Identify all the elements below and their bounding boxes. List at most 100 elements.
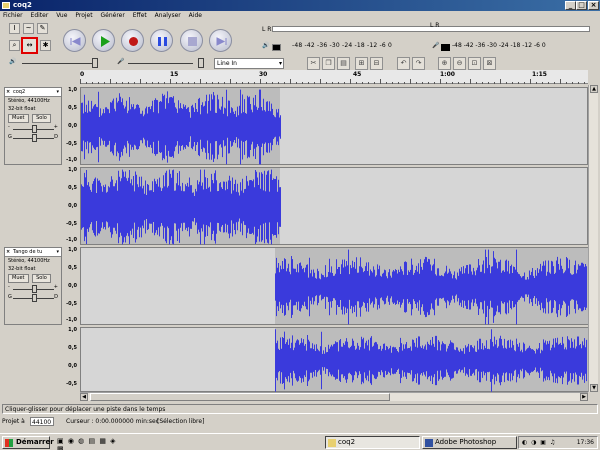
undo-icon[interactable]: ↶ <box>397 57 410 70</box>
menu-edit[interactable]: Editer <box>28 11 52 21</box>
horizontal-scrollbar[interactable]: ◀ ▶ <box>80 392 588 401</box>
pan-knob[interactable] <box>32 294 37 302</box>
pause-icon <box>158 37 167 46</box>
waveform-channel[interactable] <box>80 327 589 392</box>
menu-effect[interactable]: Effet <box>130 11 150 21</box>
play-button[interactable] <box>92 29 115 52</box>
taskbar-item-photoshop[interactable]: Adobe Photoshop <box>422 436 517 449</box>
paste-icon[interactable]: ▤ <box>337 57 350 70</box>
waveform-channel[interactable] <box>80 247 589 325</box>
track-format: 32-bit float <box>8 266 36 272</box>
volume-icon: 🔊 <box>9 58 17 65</box>
track-name-menu[interactable]: × coq2 ▾ <box>5 88 61 97</box>
output-volume-slider[interactable] <box>22 63 94 64</box>
gain-knob[interactable] <box>32 125 37 133</box>
taskbar: Démarrer ▣ ◉ ◍ ▤ ▦ ◈ ▩ coq2 Adobe Photos… <box>0 433 600 450</box>
input-source-select[interactable]: Line In ▾ <box>214 58 284 69</box>
stop-button[interactable] <box>180 29 203 52</box>
chevron-down-icon: ▾ <box>56 249 59 255</box>
maximize-button[interactable]: □ <box>576 1 587 10</box>
output-meter-menu-icon[interactable] <box>272 44 281 51</box>
project-bar: Projet à 44100 Curseur : 0:00.000000 min… <box>0 416 600 427</box>
cursor-readout: Curseur : 0:00.000000 min:sec <box>66 418 160 425</box>
redo-icon[interactable]: ↷ <box>412 57 425 70</box>
cut-icon[interactable]: ✂ <box>307 57 320 70</box>
trim-icon[interactable]: ⊞ <box>355 57 368 70</box>
mute-button[interactable]: Muet <box>8 274 29 283</box>
track-name: coq2 <box>13 89 26 95</box>
amplitude-scale: 1,0 0,5 0,0 -0,5 -1,0 <box>63 167 79 245</box>
chevron-down-icon: ▾ <box>56 89 59 95</box>
window-title: coq2 <box>13 1 32 9</box>
scroll-down-icon[interactable]: ▼ <box>590 384 598 392</box>
fit-selection-icon[interactable]: ⊡ <box>468 57 481 70</box>
amplitude-scale: 1,0 0,5 0,0 -0,5 <box>63 327 79 392</box>
waveform-channel[interactable] <box>80 167 588 245</box>
project-rate-input[interactable]: 44100 <box>30 417 54 426</box>
quick-launch-icons[interactable]: ▣ ◉ ◍ ▤ ▦ ◈ ▩ <box>57 437 127 450</box>
menu-help[interactable]: Aide <box>186 11 205 21</box>
solo-button[interactable]: Solo <box>32 114 51 123</box>
gain-slider[interactable]: - + <box>8 284 58 293</box>
start-button[interactable]: Démarrer <box>2 436 54 449</box>
minimize-button[interactable]: _ <box>565 1 576 10</box>
pan-knob[interactable] <box>32 134 37 142</box>
skip-start-button[interactable] <box>63 29 86 52</box>
solo-button[interactable]: Solo <box>32 274 51 283</box>
taskbar-item-coq2[interactable]: coq2 <box>325 436 420 449</box>
scroll-up-icon[interactable]: ▲ <box>590 85 598 93</box>
pan-slider[interactable]: G D <box>8 134 58 142</box>
vertical-scrollbar[interactable]: ▲ ▼ <box>588 85 598 392</box>
scroll-left-icon[interactable]: ◀ <box>80 393 88 401</box>
track-control-panel: × coq2 ▾ Stéréo, 44100Hz 32-bit float Mu… <box>4 87 62 165</box>
selection-tool-icon[interactable]: I <box>9 23 20 34</box>
input-meter-menu-icon[interactable] <box>441 44 450 51</box>
close-button[interactable]: × <box>588 1 599 10</box>
windows-logo-icon <box>5 439 13 447</box>
track-name-menu[interactable]: × Tango de tu ▾ <box>5 248 61 257</box>
scroll-thumb[interactable] <box>90 393 390 401</box>
pan-slider[interactable]: G D <box>8 294 58 302</box>
menu-view[interactable]: Vue <box>53 11 70 21</box>
zoom-out-icon[interactable]: ⊖ <box>453 57 466 70</box>
input-volume-knob[interactable] <box>198 58 204 68</box>
zoom-tool-icon[interactable]: ⌕ <box>9 40 20 51</box>
ruler-tick-label: 45 <box>353 71 362 78</box>
menu-analyze[interactable]: Analyser <box>152 11 184 21</box>
menu-project[interactable]: Projet <box>72 11 95 21</box>
mute-button[interactable]: Muet <box>8 114 29 123</box>
scroll-right-icon[interactable]: ▶ <box>580 393 588 401</box>
pan-right-label: D <box>54 134 58 140</box>
track-format: 32-bit float <box>8 106 36 112</box>
output-volume-knob[interactable] <box>92 58 98 68</box>
gain-slider[interactable]: - + <box>8 124 58 133</box>
time-shift-tool-icon[interactable]: ↔ <box>21 37 38 54</box>
waveform-channel[interactable] <box>80 87 588 165</box>
gain-knob[interactable] <box>32 285 37 293</box>
copy-icon[interactable]: ❐ <box>322 57 335 70</box>
record-button[interactable] <box>121 29 144 52</box>
close-icon[interactable]: × <box>6 248 10 256</box>
close-icon[interactable]: × <box>6 88 10 96</box>
input-channel-labels: L R <box>430 22 440 29</box>
menu-generate[interactable]: Générer <box>98 11 128 21</box>
speaker-icon: 🔊 <box>262 42 270 49</box>
waveform <box>81 169 281 245</box>
skip-end-button[interactable] <box>209 29 232 52</box>
silence-icon[interactable]: ⊟ <box>370 57 383 70</box>
photoshop-icon <box>425 439 433 447</box>
tray-icons[interactable]: ◐ ◑ ▣ ♫ <box>522 437 556 448</box>
pause-button[interactable] <box>150 29 173 52</box>
fit-project-icon[interactable]: ⊠ <box>483 57 496 70</box>
draw-tool-icon[interactable]: ✎ <box>37 23 48 34</box>
microphone-icon: 🎤 <box>432 42 440 49</box>
zoom-in-icon[interactable]: ⊕ <box>438 57 451 70</box>
menu-file[interactable]: Fichier <box>0 11 26 21</box>
ruler-ticks <box>80 79 585 84</box>
multi-tool-icon[interactable]: ✱ <box>40 40 51 51</box>
waveform <box>81 89 281 165</box>
timeline-ruler[interactable]: 0 15 30 45 1:00 1:15 <box>80 70 588 84</box>
input-volume-slider[interactable] <box>128 63 193 64</box>
envelope-tool-icon[interactable]: ~ <box>23 23 34 34</box>
record-icon <box>129 37 138 46</box>
